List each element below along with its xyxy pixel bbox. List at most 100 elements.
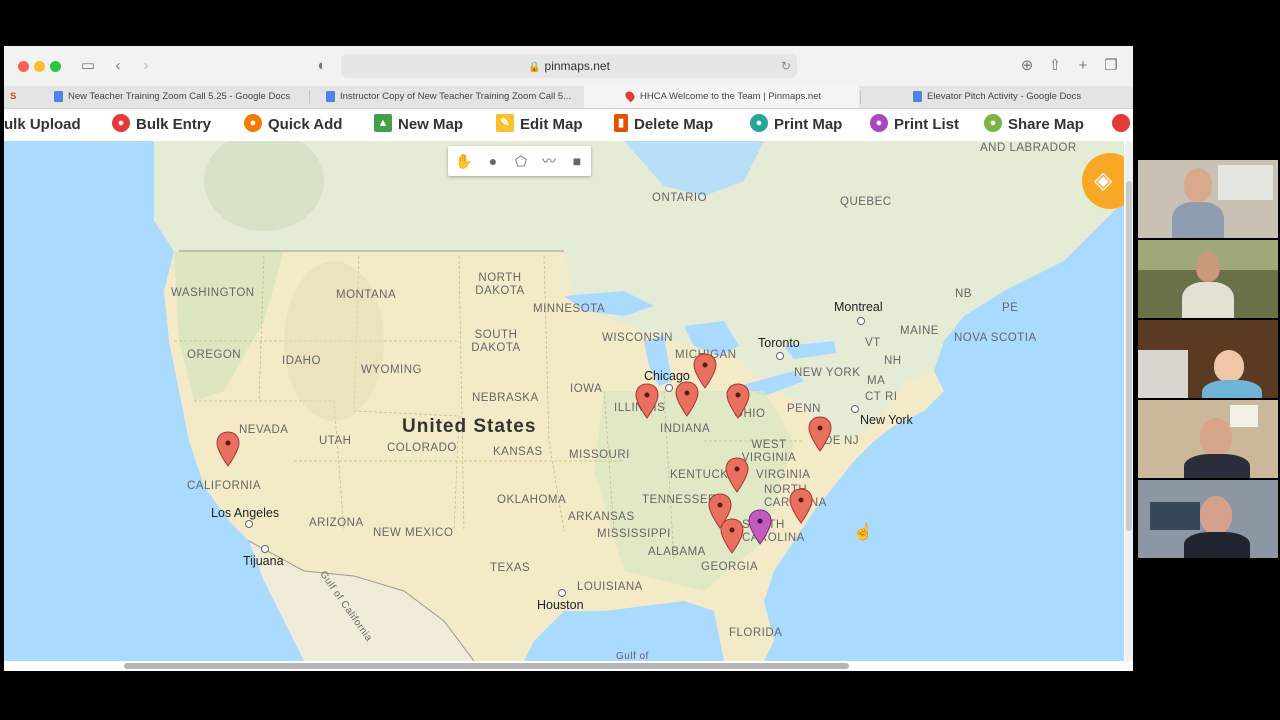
- print-list-button[interactable]: ● Print List: [870, 109, 959, 141]
- region-label: ONTARIO: [652, 192, 708, 204]
- country-label: United States: [402, 416, 537, 437]
- edit-map-button[interactable]: ✎ Edit Map: [496, 109, 583, 141]
- region-label: SOUTH DAKOTA: [471, 329, 521, 354]
- share-icon[interactable]: ⇧: [1045, 56, 1065, 76]
- more-toolbar-icon[interactable]: [1112, 109, 1133, 141]
- map-pin[interactable]: [725, 457, 749, 493]
- bulk-upload-button[interactable]: ulk Upload: [4, 109, 81, 141]
- city-dot: [261, 545, 269, 553]
- region-label: MISSOURI: [569, 449, 630, 461]
- maximize-window-button[interactable]: [50, 61, 61, 72]
- map-pin-purple[interactable]: [748, 509, 772, 545]
- region-label: KANSAS: [493, 446, 543, 458]
- quick-add-button[interactable]: ● Quick Add: [244, 109, 342, 141]
- map-pin[interactable]: [789, 488, 813, 524]
- region-label: FLORIDA: [729, 627, 783, 639]
- bulk-entry-icon: ●: [112, 114, 130, 133]
- horizontal-scrollbar[interactable]: [124, 663, 849, 669]
- share-map-button[interactable]: ● Share Map: [984, 109, 1084, 141]
- back-icon[interactable]: ‹: [108, 56, 128, 76]
- hand-icon[interactable]: ✋: [453, 150, 475, 172]
- region-label: MISSISSIPPI: [597, 528, 671, 540]
- region-label: MONTANA: [336, 289, 397, 301]
- participant-video-5[interactable]: [1138, 480, 1278, 558]
- region-label: NORTH DAKOTA: [475, 272, 525, 297]
- city-label: Tijuana: [243, 554, 284, 568]
- minimize-window-button[interactable]: [34, 61, 45, 72]
- tab-4[interactable]: Elevator Pitch Activity - Google Docs: [913, 86, 1128, 108]
- tab-3-active[interactable]: HHCA Welcome to the Team | Pinmaps.net: [584, 86, 859, 108]
- tab-2[interactable]: Instructor Copy of New Teacher Training …: [326, 86, 576, 108]
- print-map-icon: ●: [750, 114, 768, 133]
- pinned-tab-icon[interactable]: S: [10, 86, 28, 108]
- region-label: LOUISIANA: [577, 581, 643, 593]
- region-label: CALIFORNIA: [187, 480, 262, 492]
- region-label: TEXAS: [490, 562, 531, 574]
- pinmaps-toolbar: ulk Upload ● Bulk Entry ● Quick Add ▲ New M…: [4, 109, 1133, 141]
- city-dot: [558, 589, 566, 597]
- city-label: Montreal: [834, 300, 883, 314]
- close-window-button[interactable]: [18, 61, 29, 72]
- city-dot: [776, 352, 784, 360]
- tab-1[interactable]: New Teacher Training Zoom Call 5.25 - Go…: [54, 86, 294, 108]
- region-label: INDIANA: [660, 423, 711, 435]
- region-label: NEVADA: [239, 424, 289, 436]
- print-map-button[interactable]: ● Print Map: [750, 109, 842, 141]
- shield-icon[interactable]: ◐: [312, 56, 332, 76]
- circle-icon[interactable]: ●: [482, 150, 504, 172]
- tab-overview-icon[interactable]: ❐: [1101, 56, 1121, 76]
- city-label: Los Angeles: [211, 506, 280, 520]
- city-dot: [851, 405, 859, 413]
- map-pin[interactable]: [635, 383, 659, 419]
- polygon-icon[interactable]: ⬠: [510, 150, 532, 172]
- map-pin[interactable]: [720, 518, 744, 554]
- share-icon: ●: [984, 114, 1002, 133]
- city-label: Houston: [537, 598, 584, 612]
- region-label: AND LABRADOR: [980, 142, 1077, 154]
- region-label: NEW MEXICO: [373, 527, 454, 539]
- map-pin[interactable]: [808, 416, 832, 452]
- region-label: VIRGINIA: [756, 469, 811, 481]
- region-label: MA: [867, 375, 886, 387]
- region-label: QUEBEC: [840, 196, 892, 208]
- rectangle-icon[interactable]: ■: [566, 150, 588, 172]
- trash-icon: ▮: [614, 114, 628, 133]
- participant-video-2[interactable]: [1138, 240, 1278, 318]
- vertical-scrollbar[interactable]: [1125, 141, 1133, 661]
- new-map-button[interactable]: ▲ New Map: [374, 109, 463, 141]
- delete-map-button[interactable]: ▮ Delete Map: [614, 109, 713, 141]
- city-dot: [665, 384, 673, 392]
- map-canvas[interactable]: ONTARIO QUEBEC AND LABRADOR WASHINGTON M…: [4, 141, 1124, 661]
- forward-icon[interactable]: ›: [136, 56, 156, 76]
- download-icon[interactable]: ⊕: [1017, 56, 1037, 76]
- polyline-icon[interactable]: 〰: [538, 150, 560, 172]
- region-label: MAINE: [900, 325, 939, 337]
- new-map-icon: ▲: [374, 114, 392, 133]
- google-docs-icon: [913, 90, 922, 102]
- map-pin[interactable]: [675, 381, 699, 417]
- map-background: [4, 141, 1124, 661]
- address-bar[interactable]: 🔒 pinmaps.net ↻: [341, 54, 797, 78]
- sidebar-icon[interactable]: ▭: [78, 56, 98, 76]
- google-docs-icon: [326, 90, 335, 102]
- map-pin[interactable]: [726, 383, 750, 419]
- browser-window: ▭ ‹ › ◐ 🔒 pinmaps.net ↻ ⊕ ⇧ + ❐ S New Tea…: [4, 46, 1133, 671]
- new-tab-icon[interactable]: +: [1073, 56, 1093, 76]
- region-label: IOWA: [570, 383, 603, 395]
- region-label: VT: [865, 337, 881, 349]
- region-label: NEBRASKA: [472, 392, 539, 404]
- region-label: ALABAMA: [648, 546, 706, 558]
- region-label: ARKANSAS: [568, 511, 635, 523]
- map-pin[interactable]: [216, 431, 240, 467]
- region-label: NB: [955, 288, 972, 300]
- region-label: PENN: [787, 403, 821, 415]
- participant-video-4[interactable]: [1138, 400, 1278, 478]
- participant-video-1[interactable]: [1138, 160, 1278, 238]
- pinmaps-icon: [623, 90, 637, 103]
- bulk-entry-button[interactable]: ● Bulk Entry: [112, 109, 211, 141]
- region-label: TENNESSEE: [642, 494, 717, 506]
- region-label: WYOMING: [361, 364, 422, 376]
- reload-icon[interactable]: ↻: [781, 54, 791, 78]
- participant-video-3[interactable]: [1138, 320, 1278, 398]
- region-label: NH: [884, 355, 902, 367]
